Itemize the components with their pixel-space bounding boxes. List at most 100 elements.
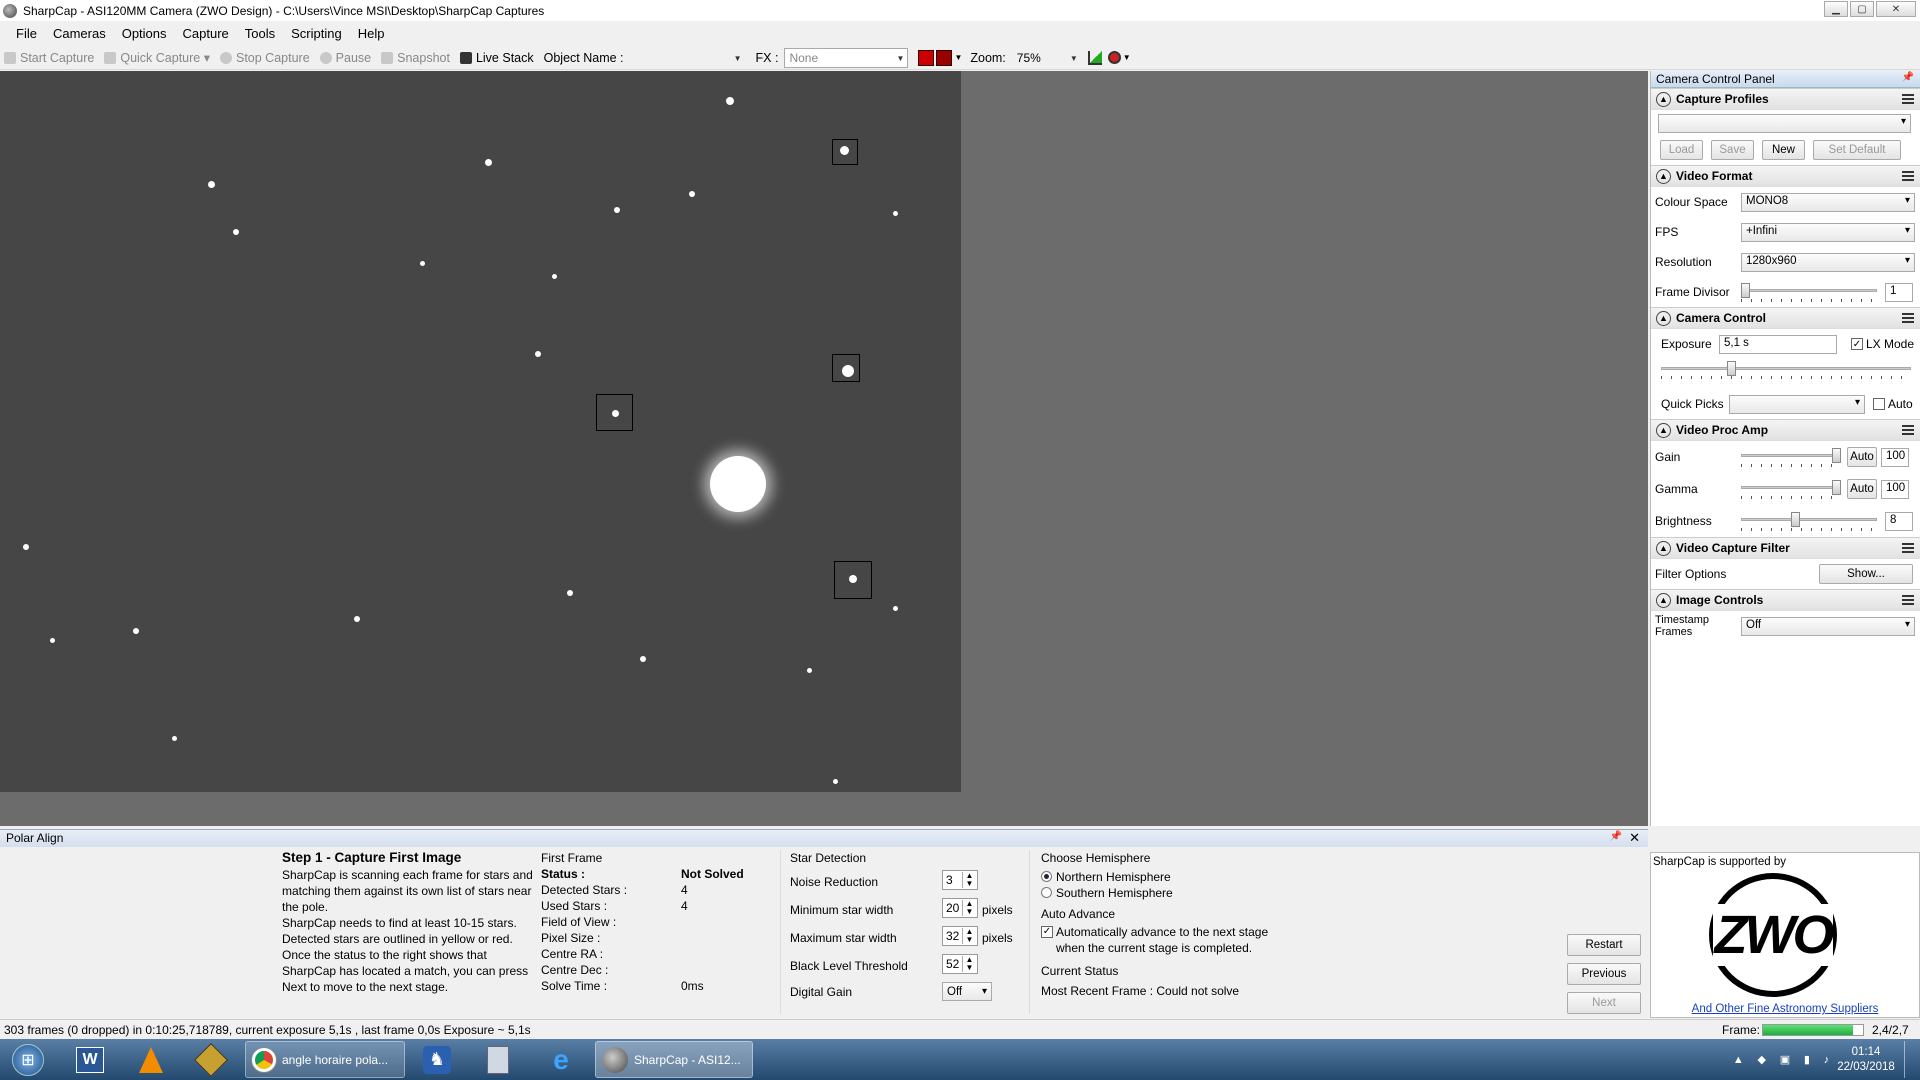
spin-down-icon[interactable]: ▼ [966,964,974,972]
pin-icon[interactable]: 📌 [1610,831,1622,842]
quick-picks-select[interactable] [1729,394,1865,414]
collapse-icon[interactable]: ▲ [1656,168,1671,184]
lx-mode-checkbox[interactable]: ✓ [1851,338,1863,350]
reticle-red-icon[interactable] [918,49,935,66]
save-profile-button[interactable]: Save [1711,140,1754,160]
zwo-logo[interactable]: ZWO [1709,873,1837,997]
object-name-input[interactable]: ▼ [628,48,746,68]
gamma-value[interactable]: 100 [1881,479,1909,499]
histogram-icon[interactable] [1087,50,1102,65]
northern-hemisphere-option[interactable]: Northern Hemisphere [1041,869,1281,885]
zoom-select[interactable]: 75% ▼ [1012,48,1082,68]
astronomy-suppliers-link[interactable]: And Other Fine Astronomy Suppliers [1651,1003,1919,1015]
collapse-icon[interactable]: ▲ [1656,310,1671,326]
collapse-icon[interactable]: ▲ [1656,540,1671,556]
snapshot-button[interactable]: Snapshot [381,51,450,65]
southern-hemisphere-option[interactable]: Southern Hemisphere [1041,885,1281,901]
menu-scripting[interactable]: Scripting [283,26,350,41]
timestamp-frames-select[interactable]: Off [1741,616,1915,636]
frame-divisor-slider[interactable] [1741,283,1877,302]
section-menu-icon[interactable] [1902,543,1914,553]
brightness-value[interactable]: 8 [1885,511,1913,531]
section-menu-icon[interactable] [1902,94,1914,104]
stop-capture-button[interactable]: Stop Capture [220,51,310,65]
load-profile-button[interactable]: Load [1660,140,1703,160]
frame-divisor-value[interactable]: 1 [1885,282,1913,302]
tray-network-icon[interactable]: ▮ [1804,1053,1810,1066]
spin-down-icon[interactable]: ▼ [966,936,974,944]
menu-file[interactable]: File [8,26,45,41]
chrome-taskbar-button[interactable]: angle horaire pola... [245,1041,405,1078]
menu-tools[interactable]: Tools [237,26,283,41]
close-button[interactable]: ✕ [1876,1,1916,17]
menu-options[interactable]: Options [114,26,175,41]
new-profile-button[interactable]: New [1762,140,1805,160]
gamma-slider[interactable] [1741,480,1841,499]
spin-down-icon[interactable]: ▼ [966,908,974,916]
stellarium-taskbar-icon[interactable]: ♞ [417,1041,457,1078]
auto-advance-checkbox[interactable]: ✓ [1041,926,1053,938]
minimize-button[interactable]: ▁ [1824,1,1848,17]
calculator-taskbar-icon[interactable] [478,1041,518,1078]
gamma-auto-button[interactable]: Auto [1847,479,1877,499]
max-star-width-spinner[interactable]: 32 ▲ ▼ [942,926,978,946]
menu-help[interactable]: Help [350,26,393,41]
overlay-dropdown-icon[interactable]: ▼ [954,53,962,62]
section-menu-icon[interactable] [1902,171,1914,181]
vlc-taskbar-icon[interactable] [131,1041,171,1078]
section-menu-icon[interactable] [1902,425,1914,435]
live-stack-button[interactable]: Live Stack [459,51,534,65]
exposure-auto-checkbox[interactable] [1873,398,1885,410]
set-default-profile-button[interactable]: Set Default [1813,140,1901,160]
collapse-icon[interactable]: ▲ [1656,91,1671,107]
capture-profiles-header[interactable]: ▲ Capture Profiles [1651,88,1920,110]
exposure-slider[interactable] [1661,361,1911,379]
start-button[interactable]: ⊞ [6,1041,50,1078]
gain-slider[interactable] [1741,448,1841,467]
next-button[interactable]: Next [1567,992,1641,1014]
resolution-select[interactable]: 1280x960 [1741,252,1915,272]
black-level-threshold-spinner[interactable]: 52 ▲ ▼ [942,954,978,974]
tray-usb-icon[interactable]: ▣ [1780,1053,1790,1066]
camera-control-header[interactable]: ▲ Camera Control [1651,307,1920,329]
fx-select[interactable]: None ▼ [784,47,909,68]
menu-cameras[interactable]: Cameras [45,26,114,41]
sharpcap-taskbar-button[interactable]: SharpCap - ASI12... [595,1041,753,1078]
overlay-red-icon[interactable] [936,49,953,66]
previous-button[interactable]: Previous [1567,963,1641,985]
pin-icon[interactable]: 📌 [1902,72,1914,83]
southern-hemisphere-radio[interactable] [1041,887,1052,898]
video-capture-filter-header[interactable]: ▲ Video Capture Filter [1651,537,1920,559]
pause-button[interactable]: Pause [319,51,371,65]
volume-icon[interactable]: ♪ [1824,1054,1830,1066]
brightness-slider[interactable] [1741,512,1877,531]
capture-profile-select[interactable] [1658,114,1911,133]
zoom-magnifier-icon[interactable] [1107,51,1121,64]
section-menu-icon[interactable] [1902,313,1914,323]
word-taskbar-icon[interactable]: W [70,1041,110,1078]
show-desktop-button[interactable] [1904,1041,1918,1078]
tray-app-icon[interactable]: ◆ [1757,1053,1765,1066]
section-menu-icon[interactable] [1902,595,1914,605]
video-proc-amp-header[interactable]: ▲ Video Proc Amp [1651,419,1920,441]
gain-value[interactable]: 100 [1881,447,1909,467]
exposure-input[interactable]: 5,1 s [1719,334,1837,354]
quick-capture-button[interactable]: Quick Capture ▾ [104,50,210,65]
internet-explorer-taskbar-icon[interactable]: e [541,1041,581,1078]
app-taskbar-icon[interactable] [191,1041,231,1078]
spin-down-icon[interactable]: ▼ [966,880,974,888]
video-format-header[interactable]: ▲ Video Format [1651,165,1920,187]
colour-space-select[interactable]: MONO8 [1741,192,1915,212]
auto-advance-option[interactable]: ✓ Automatically advance to the next stag… [1041,924,1281,956]
fps-select[interactable]: +Infini [1741,222,1915,242]
clock[interactable]: 01:14 22/03/2018 [1836,1041,1896,1078]
tray-expand-icon[interactable]: ▲ [1733,1054,1744,1066]
digital-gain-select[interactable]: Off [942,982,992,1001]
filter-options-show-button[interactable]: Show... [1819,564,1913,584]
magnifier-dropdown-icon[interactable]: ▼ [1123,53,1131,62]
close-panel-icon[interactable]: ✕ [1629,830,1640,846]
maximize-button[interactable]: ▢ [1850,1,1874,17]
collapse-icon[interactable]: ▲ [1656,422,1671,438]
northern-hemisphere-radio[interactable] [1041,871,1052,882]
menu-capture[interactable]: Capture [175,26,237,41]
